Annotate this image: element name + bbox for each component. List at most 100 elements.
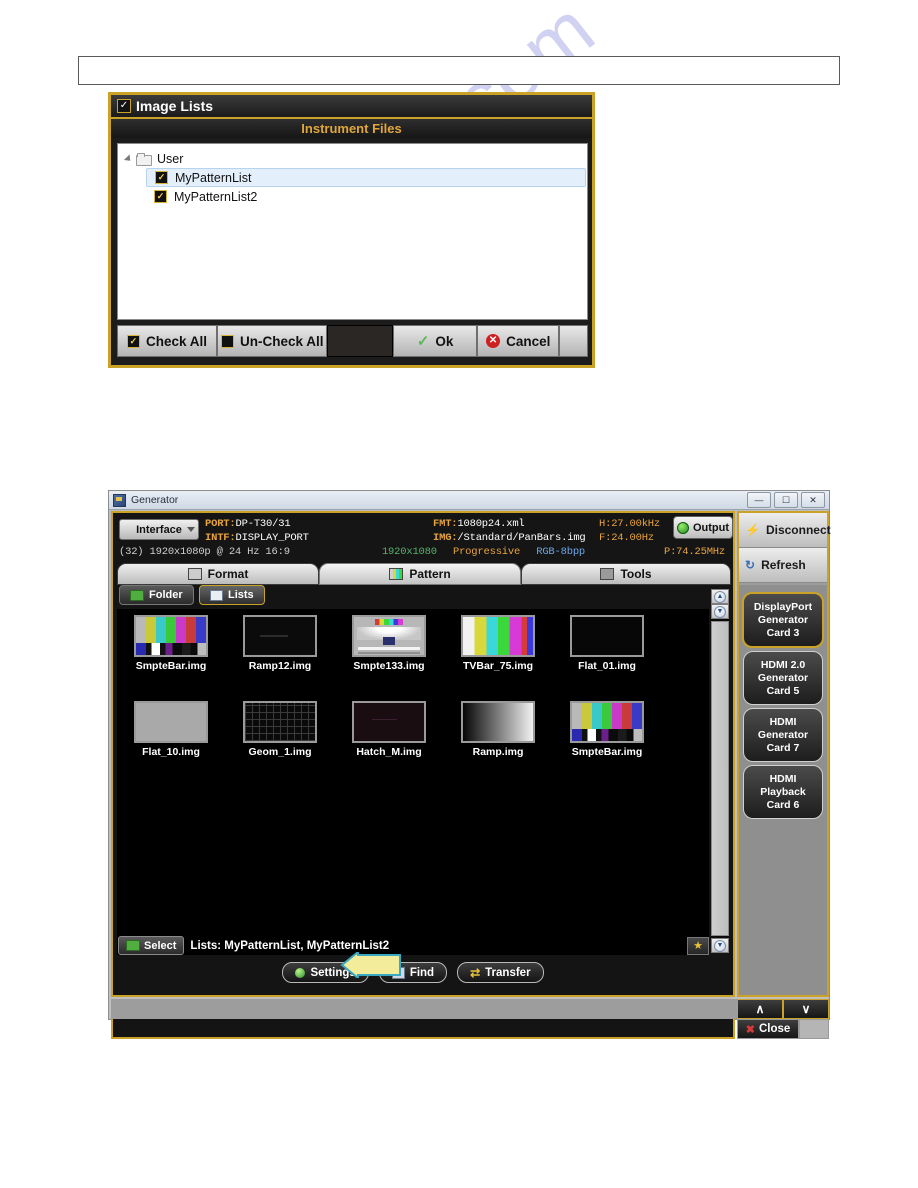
check-icon: ✓ <box>416 333 430 350</box>
window-controls: ― ☐ ✕ <box>747 492 825 508</box>
select-button[interactable]: Select <box>118 936 185 955</box>
document-text-box <box>78 56 840 85</box>
generator-titlebar[interactable]: Generator ― ☐ ✕ <box>109 491 829 510</box>
thumbnail-item[interactable]: SmpteBar.img <box>123 615 219 672</box>
card-line2: Playback <box>760 785 806 798</box>
maximize-button[interactable]: ☐ <box>774 492 798 508</box>
thumbnail-item[interactable]: Smpte133.img <box>341 615 437 672</box>
ok-button[interactable]: ✓ Ok <box>392 325 478 357</box>
thumbnail-item[interactable]: Flat_10.img <box>123 701 219 758</box>
card-displayport-generator-3[interactable]: DisplayPort Generator Card 3 <box>742 592 824 648</box>
item-checkbox[interactable]: ✓ <box>154 190 167 203</box>
tree-root-user[interactable]: User <box>118 149 587 168</box>
thumbnail-label: Ramp12.img <box>248 660 312 672</box>
pattern-preview-tvbar75[interactable] <box>461 615 535 657</box>
thumbnail-label: Flat_01.img <box>578 660 636 672</box>
scroll-down-button[interactable]: ▼ <box>711 938 729 953</box>
gear-icon <box>295 967 306 978</box>
thumbnail-label: SmpteBar.img <box>135 660 207 672</box>
transfer-button[interactable]: ⇄ Transfer <box>457 962 544 983</box>
dialog-title: Image Lists <box>136 98 214 114</box>
list-item[interactable]: ✓ MyPatternList <box>146 168 586 187</box>
pattern-preview-smpte133[interactable] <box>352 615 426 657</box>
fmt-value: 1080p24.xml <box>457 518 525 530</box>
pattern-scrollbar[interactable]: ▲ ▼ ▼ <box>711 589 729 953</box>
close-button[interactable]: ✕ <box>801 492 825 508</box>
pattern-preview-flat01[interactable] <box>570 615 644 657</box>
spacer-panel <box>327 325 393 357</box>
disconnect-button[interactable]: ⚡ Disconnect <box>739 513 831 548</box>
select-bar: Select Lists: MyPatternList, MyPatternLi… <box>117 936 709 955</box>
transfer-icon: ⇄ <box>470 965 481 980</box>
check-all-button[interactable]: ✓ Check All <box>117 325 217 357</box>
thumbnail-item[interactable]: Ramp.img <box>450 701 546 758</box>
minimize-button[interactable]: ― <box>747 492 771 508</box>
subtab-folder[interactable]: Folder <box>119 585 194 605</box>
tab-pattern[interactable]: Pattern <box>319 563 521 585</box>
card-hdmi-generator-7[interactable]: HDMI Generator Card 7 <box>743 708 823 762</box>
thumbnail-item[interactable]: Ramp12.img <box>232 615 328 672</box>
card-list: DisplayPort Generator Card 3 HDMI 2.0 Ge… <box>739 585 827 995</box>
uncheck-all-button[interactable]: ■ Un-Check All <box>216 325 328 357</box>
pattern-preview-geom1[interactable] <box>243 701 317 743</box>
subtab-lists[interactable]: Lists <box>199 585 265 605</box>
img-key: IMG: <box>433 532 458 544</box>
instrument-files-tree[interactable]: User ✓ MyPatternList ✓ MyPatternList2 <box>117 143 588 320</box>
card-line3: Card 3 <box>766 626 800 639</box>
dialog-title-checkbox[interactable]: ✓ <box>117 99 131 113</box>
cancel-button[interactable]: ✕ Cancel <box>477 325 560 357</box>
tab-format[interactable]: Format <box>117 563 319 585</box>
folder-open-icon <box>126 940 140 951</box>
card-line1: HDMI <box>769 715 797 728</box>
card-hdmi-playback-6[interactable]: HDMI Playback Card 6 <box>743 765 823 819</box>
list-item-label: MyPatternList2 <box>174 189 258 204</box>
card-hdmi20-generator-5[interactable]: HDMI 2.0 Generator Card 5 <box>743 651 823 705</box>
star-icon[interactable]: ★ <box>687 936 709 955</box>
scroll-page-up-button[interactable]: ▼ <box>711 604 729 619</box>
thumbnail-item[interactable]: Flat_01.img <box>559 615 655 672</box>
thumbnail-label: Geom_1.img <box>248 746 312 758</box>
thumbnail-label: Smpte133.img <box>353 660 425 672</box>
pattern-preview-smptebar[interactable] <box>134 615 208 657</box>
uncheck-all-label: Un-Check All <box>239 333 324 349</box>
folder-icon <box>136 152 152 166</box>
close-window-button[interactable]: ✖ Close <box>737 1019 799 1039</box>
thumbnail-item[interactable]: Geom_1.img <box>232 701 328 758</box>
thumbnail-item[interactable]: TVBar_75.img <box>450 615 546 672</box>
item-checkbox[interactable]: ✓ <box>155 171 168 184</box>
pattern-preview-ramp12[interactable] <box>243 615 317 657</box>
fmt-row: FMT:1080p24.xml <box>433 518 525 530</box>
img-value: /Standard/PanBars.img <box>457 532 586 544</box>
list-item[interactable]: ✓ MyPatternList2 <box>146 187 587 206</box>
monitor-icon <box>187 568 202 580</box>
refresh-button[interactable]: ↻ Refresh <box>739 548 827 583</box>
tab-tools[interactable]: Tools <box>521 563 731 585</box>
tab-pattern-label: Pattern <box>409 567 451 581</box>
sub-tab-row: Folder Lists <box>113 585 733 605</box>
dialog-resize-grip[interactable] <box>559 325 589 357</box>
pattern-preview-smptebar-2[interactable] <box>570 701 644 743</box>
scroll-up-button[interactable]: ▲ <box>711 589 729 604</box>
thumbnail-item[interactable]: SmpteBar.img <box>559 701 655 758</box>
transfer-label: Transfer <box>485 966 531 979</box>
list-item-label: MyPatternList <box>175 170 252 185</box>
dialog-subtitle-bar: Instrument Files <box>111 119 592 138</box>
dialog-subtitle: Instrument Files <box>301 121 402 136</box>
tab-format-label: Format <box>207 567 249 581</box>
expand-triangle-icon[interactable] <box>123 153 134 164</box>
interface-dropdown[interactable]: Interface <box>119 519 199 540</box>
pattern-preview-flat10[interactable] <box>134 701 208 743</box>
folder-icon <box>130 589 144 601</box>
scrollbar-thumb[interactable] <box>711 621 729 936</box>
window-title: Generator <box>131 494 179 506</box>
pattern-preview-hatchm[interactable] <box>352 701 426 743</box>
pattern-thumbnail-grid: SmpteBar.img Ramp12.img Smpte133.img TVB… <box>117 609 709 953</box>
resize-grip[interactable] <box>799 1019 829 1039</box>
nav-down-button[interactable]: ∨ <box>783 999 829 1019</box>
pattern-preview-ramp[interactable] <box>461 701 535 743</box>
dialog-button-row: ✓ Check All ■ Un-Check All ✓ Ok ✕ Cancel <box>117 325 589 357</box>
subtab-folder-label: Folder <box>149 589 183 601</box>
thumbnail-item[interactable]: Hatch_M.img <box>341 701 437 758</box>
nav-up-button[interactable]: ∧ <box>737 999 783 1019</box>
output-button[interactable]: Output <box>673 516 733 539</box>
